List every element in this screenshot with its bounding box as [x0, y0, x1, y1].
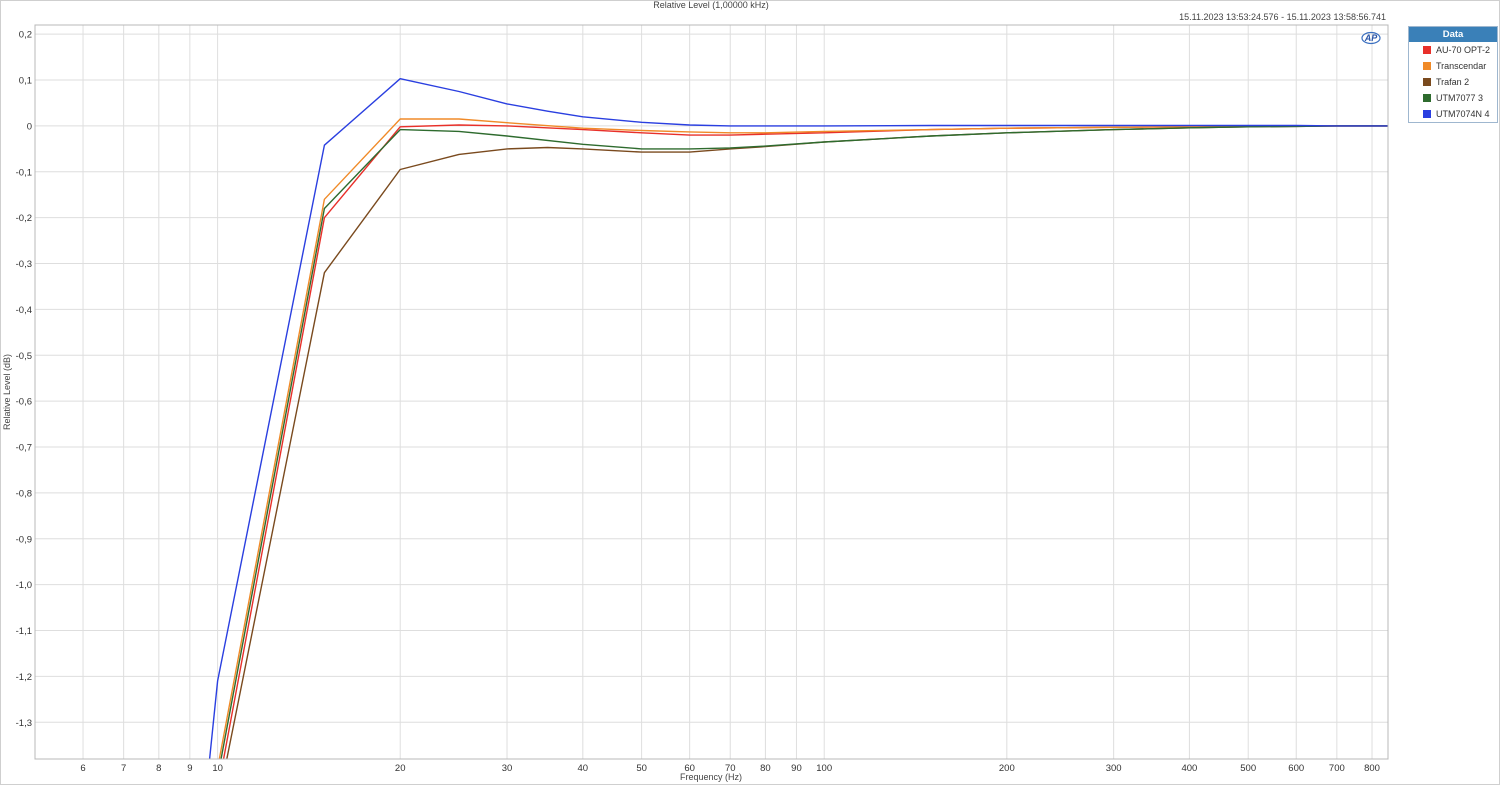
legend-item[interactable]: Trafan 2 — [1409, 74, 1497, 90]
legend-label: Trafan 2 — [1436, 77, 1470, 87]
series-line-2 — [218, 118, 1388, 759]
x-tick-label: 200 — [999, 763, 1015, 774]
x-tick-label: 9 — [187, 763, 192, 774]
measurement-timestamp: 15.11.2023 13:53:24.576 - 15.11.2023 13:… — [1179, 12, 1386, 22]
x-tick-label: 800 — [1364, 763, 1380, 774]
y-tick-label: -0,9 — [16, 534, 32, 545]
x-tick-label: 300 — [1106, 763, 1122, 774]
legend: Data AU-70 OPT-2 Transcendar Trafan 2 UTM70… — [1408, 26, 1498, 123]
x-tick-label: 7 — [121, 763, 126, 774]
ap-logo-icon: AP — [1361, 31, 1381, 45]
legend-item[interactable]: AU-70 OPT-2 — [1409, 42, 1497, 58]
y-tick-label: -0,2 — [16, 213, 32, 224]
y-tick-label: 0,2 — [19, 30, 32, 41]
chart-title: Relative Level (1,00000 kHz) — [653, 0, 769, 10]
x-tick-label: 30 — [502, 763, 513, 774]
x-tick-label: 80 — [760, 763, 771, 774]
legend-swatch — [1423, 46, 1431, 54]
x-tick-label: 500 — [1240, 763, 1256, 774]
y-tick-label: -0,7 — [16, 443, 32, 454]
x-tick-label: 600 — [1288, 763, 1304, 774]
legend-swatch — [1423, 78, 1431, 86]
x-tick-label: 400 — [1181, 763, 1197, 774]
legend-label: UTM7077 3 — [1436, 93, 1484, 103]
y-tick-labels: 0,2 0,1 0 -0,1 -0,2 -0,3 -0,4 -0,5 -0,6 -0,7 -0,8 -… — [16, 30, 32, 729]
legend-label: Transcendar — [1436, 61, 1487, 71]
y-axis-label: Relative Level (dB) — [2, 354, 12, 430]
legend-swatch — [1423, 110, 1431, 118]
series-line-3 — [226, 125, 1388, 759]
legend-item[interactable]: UTM7074N 4 — [1409, 106, 1497, 122]
x-tick-label: 6 — [80, 763, 85, 774]
series-line-5 — [208, 77, 1388, 759]
legend-item[interactable]: UTM7077 3 — [1409, 90, 1497, 106]
y-tick-label: -0,3 — [16, 259, 32, 270]
y-tick-label: -1,2 — [16, 672, 32, 683]
x-tick-label: 40 — [578, 763, 589, 774]
x-tick-label: 100 — [816, 763, 832, 774]
x-tick-label: 20 — [395, 763, 406, 774]
y-tick-label: 0,1 — [19, 76, 32, 87]
x-tick-label: 90 — [791, 763, 802, 774]
legend-swatch — [1423, 62, 1431, 70]
x-tick-label: 700 — [1329, 763, 1345, 774]
legend-item[interactable]: Transcendar — [1409, 58, 1497, 74]
x-axis-label: Frequency (Hz) — [680, 772, 742, 782]
legend-label: UTM7074N 4 — [1436, 109, 1490, 119]
y-tick-label: 0 — [27, 121, 32, 132]
x-tick-label: 10 — [212, 763, 223, 774]
y-tick-label: -0,5 — [16, 351, 32, 362]
y-tick-label: -1,3 — [16, 718, 32, 729]
legend-title: Data — [1409, 27, 1497, 42]
series-line-4 — [220, 125, 1388, 759]
svg-text:AP: AP — [1364, 33, 1378, 43]
y-tick-label: -0,4 — [16, 305, 32, 316]
x-tick-label: 50 — [636, 763, 647, 774]
y-tick-label: -0,1 — [16, 167, 32, 178]
y-tick-label: -0,6 — [16, 397, 32, 408]
legend-label: AU-70 OPT-2 — [1436, 45, 1491, 55]
x-tick-label: 8 — [156, 763, 161, 774]
y-tick-label: -1,0 — [16, 580, 32, 591]
legend-swatch — [1423, 94, 1431, 102]
y-tick-label: -1,1 — [16, 626, 32, 637]
y-tick-label: -0,8 — [16, 488, 32, 499]
chart-svg: Relative Level (1,00000 kHz) 15.11.2023 … — [2, 0, 1389, 782]
series-line-1 — [222, 124, 1388, 759]
series-layer — [208, 77, 1388, 759]
